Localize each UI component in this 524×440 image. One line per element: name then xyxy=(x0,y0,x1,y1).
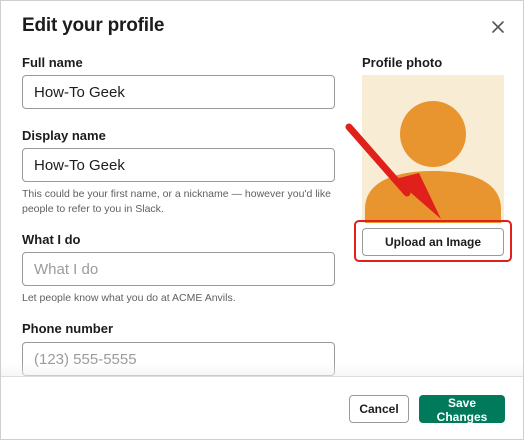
save-changes-button[interactable]: Save Changes xyxy=(419,395,505,424)
cancel-button[interactable]: Cancel xyxy=(349,395,409,423)
dialog-title: Edit your profile xyxy=(22,15,165,36)
profile-photo xyxy=(362,75,504,223)
phone-number-label: Phone number xyxy=(22,321,114,336)
what-i-do-input[interactable] xyxy=(22,252,335,286)
what-i-do-label: What I do xyxy=(22,232,81,247)
avatar-placeholder-icon xyxy=(365,101,501,223)
footer-shadow xyxy=(1,363,523,376)
edit-profile-dialog: Edit your profile Full name Display name… xyxy=(0,0,524,440)
footer-divider xyxy=(1,376,523,377)
display-name-input[interactable] xyxy=(22,148,335,182)
display-name-label: Display name xyxy=(22,128,106,143)
display-name-hint: This could be your first name, or a nick… xyxy=(22,188,331,215)
what-i-do-hint: Let people know what you do at ACME Anvi… xyxy=(22,292,236,304)
upload-image-button[interactable]: Upload an Image xyxy=(362,228,504,256)
profile-photo-label: Profile photo xyxy=(362,55,443,70)
full-name-input[interactable] xyxy=(22,75,335,109)
full-name-label: Full name xyxy=(22,55,83,70)
close-icon[interactable] xyxy=(489,18,507,36)
